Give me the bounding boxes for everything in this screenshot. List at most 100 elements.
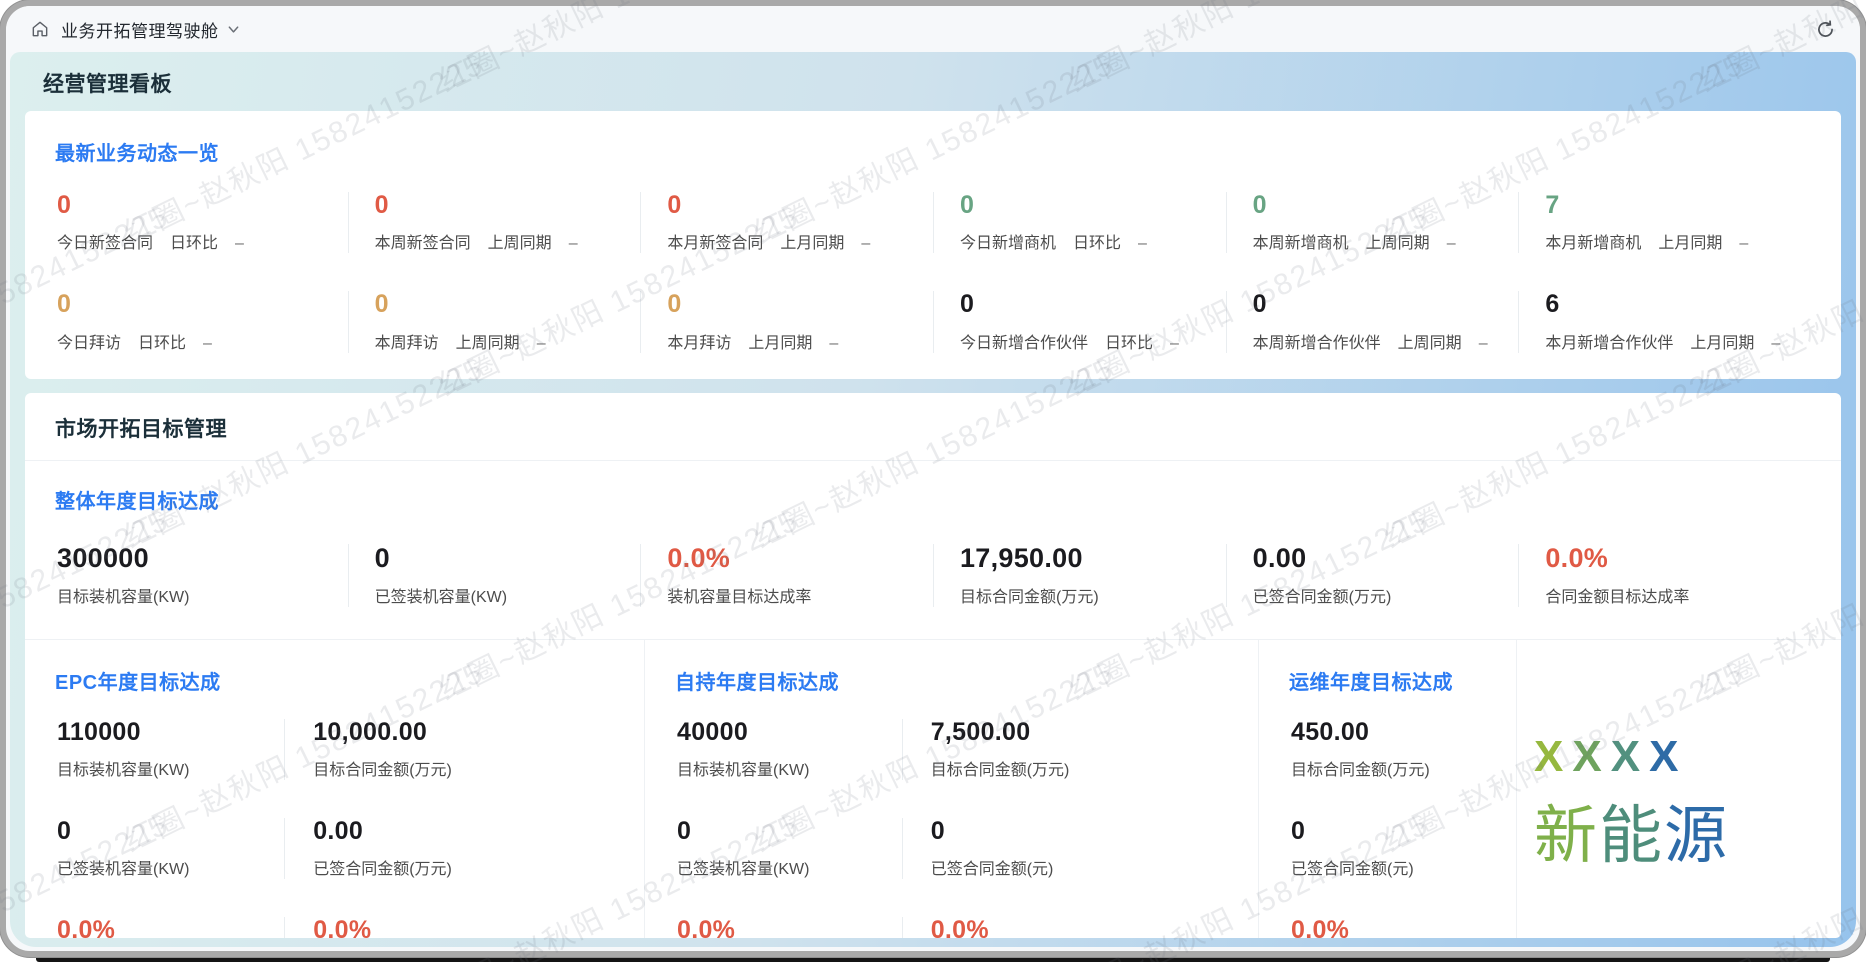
epc-target-panel: EPC年度目标达成 110000 目标装机容量(KW) 10,000.00 目标… [25, 640, 645, 938]
logo-char: 新 [1534, 801, 1599, 871]
market-target-title: 市场开拓目标管理 [25, 393, 1841, 461]
stat-card: 6 本月新增合作伙伴上月同期– [1518, 291, 1811, 352]
stat-compare-label: 上月同期 [748, 329, 812, 353]
stat-label: 目标装机容量(KW) [57, 583, 189, 607]
stat-value: 300000 [57, 544, 348, 572]
logo-char: X [1534, 732, 1572, 781]
overall-target-section: 整体年度目标达成 300000 目标装机容量(KW) 0 已签装机容量(KW) … [25, 461, 1841, 639]
stat-label: 本月拜访 [667, 329, 731, 353]
stat-value: 6 [1545, 291, 1811, 317]
logo-char: 能 [1599, 801, 1664, 871]
page-title[interactable]: 业务开拓管理驾驶舱 [61, 17, 219, 42]
stat-compare-label: 日环比 [138, 329, 186, 353]
stat-label: 已签装机容量(KW) [677, 855, 809, 879]
stat-card: 40000 目标装机容量(KW) [675, 719, 902, 780]
stat-value: 0 [677, 818, 902, 844]
logo-char: X [1572, 732, 1610, 781]
stat-value: 0 [667, 291, 933, 317]
stat-compare-value: – [1739, 235, 1748, 253]
stat-label: 今日新增合作伙伴 [960, 329, 1088, 353]
stat-value: 40000 [677, 719, 902, 745]
stat-card: 0.0% 合同金额目标达成率 [284, 917, 614, 938]
stat-card: 0.00 已签合同金额(万元) [284, 818, 614, 879]
stat-label: 本周新增合作伙伴 [1253, 329, 1381, 353]
chevron-down-icon[interactable] [227, 23, 240, 36]
epc-target-title[interactable]: EPC年度目标达成 [55, 666, 614, 695]
stat-compare-value: – [861, 235, 870, 253]
stat-label: 本月新签合同 [667, 229, 763, 253]
stat-card: 0 本周新增合作伙伴上周同期– [1226, 291, 1519, 352]
stat-label: 已签装机容量(KW) [375, 583, 507, 607]
stat-card: 300000 目标装机容量(KW) [55, 544, 348, 607]
stat-value: 17,950.00 [960, 544, 1226, 572]
stat-card: 0 已签装机容量(KW) [348, 544, 641, 607]
overall-target-title[interactable]: 整体年度目标达成 [55, 485, 1811, 514]
app-window: 业务开拓管理驾驶舱 经营管理看板 最新业务动态一览 0 今日新签合同日环比– [0, 0, 1866, 957]
stat-label: 今日新增商机 [960, 229, 1056, 253]
stat-compare-value: – [569, 235, 578, 253]
om-target-title[interactable]: 运维年度目标达成 [1289, 666, 1486, 695]
epc-target-grid: 110000 目标装机容量(KW) 10,000.00 目标合同金额(万元) 0… [55, 719, 614, 938]
stat-label: 今日新签合同 [57, 229, 153, 253]
self-held-target-panel: 自持年度目标达成 40000 目标装机容量(KW) 7,500.00 目标合同金… [645, 640, 1259, 938]
stat-value: 0.0% [931, 917, 1228, 938]
company-logo-chinese: 新能源 [1534, 803, 1841, 870]
stat-value: 0 [1291, 818, 1486, 844]
stat-value: 0 [375, 544, 641, 572]
stat-value: 110000 [57, 719, 284, 745]
stat-card: 0.0% 合同金额目标达成率 [902, 917, 1228, 938]
stat-compare-label: 上月同期 [1690, 329, 1754, 353]
stat-compare-label: 日环比 [170, 229, 218, 253]
market-target-card: 市场开拓目标管理 整体年度目标达成 300000 目标装机容量(KW) 0 已签… [25, 393, 1841, 939]
stat-label: 本月新增商机 [1545, 229, 1641, 253]
stat-card: 0 本周新增商机上周同期– [1226, 192, 1519, 253]
self-held-target-title[interactable]: 自持年度目标达成 [675, 666, 1228, 695]
stat-card: 0 已签装机容量(KW) [675, 818, 902, 879]
stat-value: 0 [57, 291, 348, 317]
stat-card: 0.00 已签合同金额(万元) [1226, 544, 1519, 607]
stat-card: 17,950.00 目标合同金额(万元) [933, 544, 1226, 607]
stat-value: 0.0% [667, 544, 933, 572]
stat-value: 0 [931, 818, 1228, 844]
stat-compare-value: – [1479, 335, 1488, 353]
refresh-icon[interactable] [1815, 19, 1836, 40]
stat-label: 已签合同金额(元) [931, 855, 1054, 879]
stat-card: 0 今日拜访日环比– [55, 291, 348, 352]
om-target-panel: 运维年度目标达成 450.00 目标合同金额(万元) 0 已签合同金额(元) [1259, 640, 1517, 938]
stat-label: 已签合同金额(元) [1291, 855, 1414, 879]
stat-card: 7 本月新增商机上月同期– [1518, 192, 1811, 253]
stat-compare-value: – [537, 335, 546, 353]
latest-dynamics-title[interactable]: 最新业务动态一览 [55, 137, 1811, 166]
stat-label: 已签合同金额(万元) [313, 855, 452, 879]
company-logo-latin: XXXX [1534, 740, 1841, 774]
stat-label: 已签合同金额(万元) [1253, 583, 1392, 607]
stat-value: 0.0% [1545, 544, 1811, 572]
stat-value: 7 [1545, 192, 1811, 218]
stat-value: 450.00 [1291, 719, 1486, 745]
stat-label: 本周新签合同 [375, 229, 471, 253]
om-target-grid: 450.00 目标合同金额(万元) 0 已签合同金额(元) 0.0% 合同金额目… [1289, 719, 1486, 938]
logo-char: X [1649, 732, 1687, 781]
stat-label: 本月新增合作伙伴 [1545, 329, 1673, 353]
stat-value: 0.00 [313, 818, 614, 844]
stat-compare-value: – [1771, 335, 1780, 353]
stat-card: 110000 目标装机容量(KW) [55, 719, 284, 780]
stat-card: 0 本周拜访上周同期– [348, 291, 641, 352]
stat-card: 0.0% 装机容量目标达成率 [55, 917, 284, 938]
stat-value: 0.0% [677, 917, 902, 938]
stat-card: 0 本月新签合同上月同期– [640, 192, 933, 253]
stat-card: 0 今日新签合同日环比– [55, 192, 348, 253]
stat-card: 0.0% 合同金额目标达成率 [1289, 917, 1486, 938]
stat-label: 装机容量目标达成率 [667, 583, 811, 607]
stat-card: 0.0% 装机容量目标达成率 [675, 917, 902, 938]
company-logo: XXXX 新能源 [1517, 640, 1841, 938]
stat-value: 0 [57, 818, 284, 844]
logo-char: 源 [1664, 801, 1729, 871]
stat-value: 0 [960, 291, 1226, 317]
stat-compare-value: – [203, 335, 212, 353]
toolbar: 业务开拓管理驾驶舱 [6, 6, 1860, 52]
stat-value: 7,500.00 [931, 719, 1228, 745]
overall-target-grid: 300000 目标装机容量(KW) 0 已签装机容量(KW) 0.0% 装机容量… [55, 544, 1811, 607]
stat-card: 450.00 目标合同金额(万元) [1289, 719, 1486, 780]
home-icon[interactable] [30, 19, 50, 39]
